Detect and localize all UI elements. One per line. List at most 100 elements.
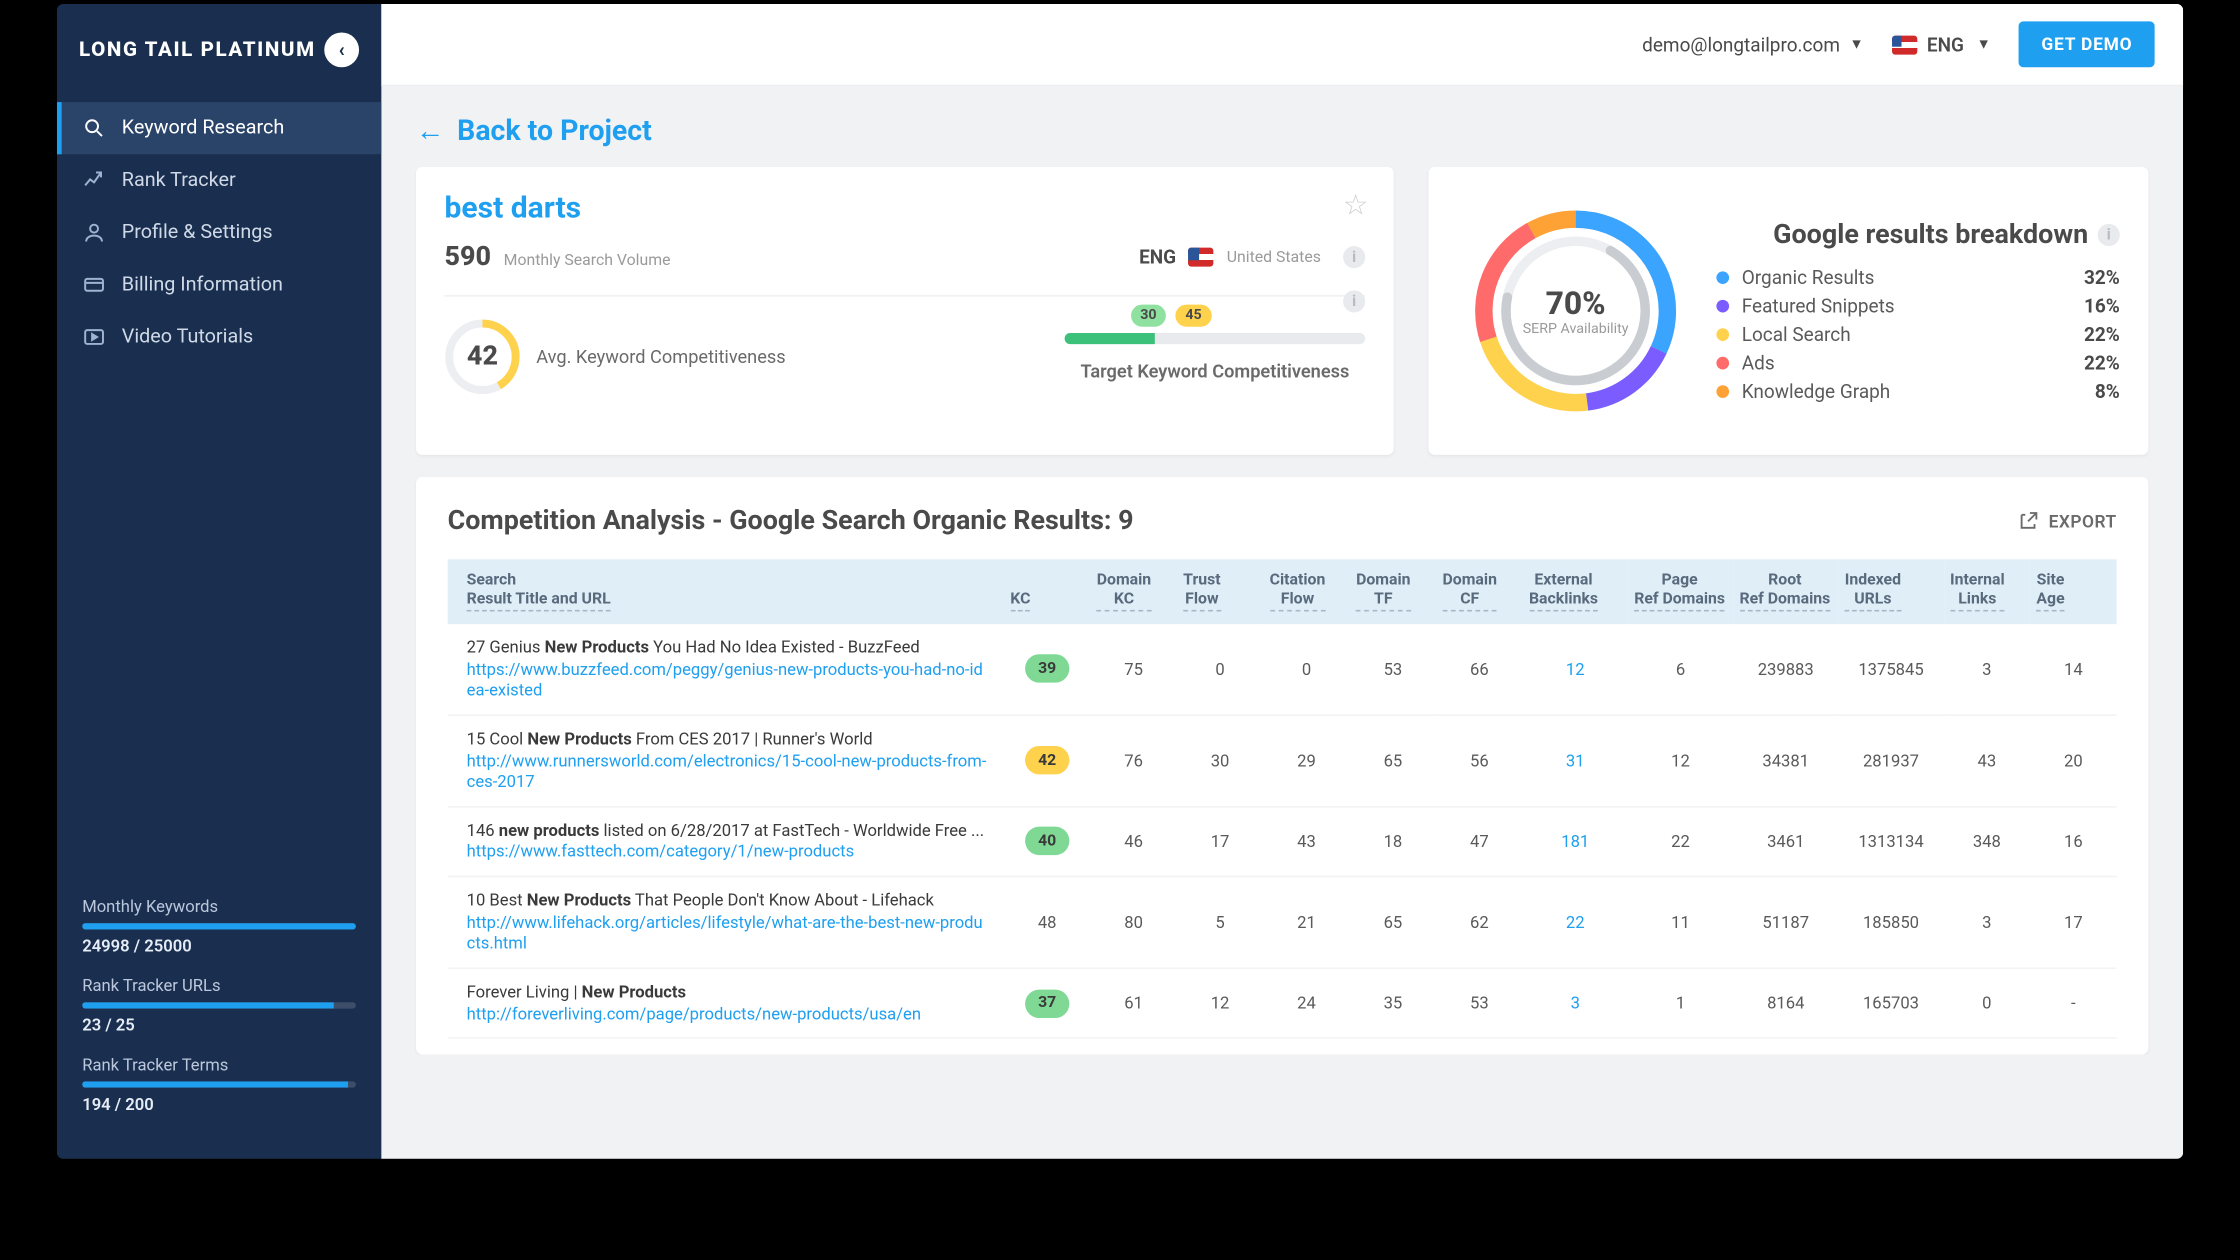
- sidebar-item-label: Rank Tracker: [122, 169, 236, 193]
- sidebar: LONG TAIL PLATINUM ‹ Keyword Research Ran…: [57, 4, 381, 1159]
- result-cell: 10 Best New Products That People Don't K…: [448, 877, 1004, 969]
- competition-table: Search Result Title and URLKCDomain KCTr…: [448, 559, 2117, 1039]
- sidebar-item-rank-tracker[interactable]: Rank Tracker: [57, 154, 381, 206]
- main-area: demo@longtailpro.com ▼ ENG ▼ GET DEMO ← …: [381, 4, 2183, 1159]
- result-url[interactable]: http://www.runnersworld.com/electronics/…: [467, 750, 992, 793]
- content-body: ← Back to Project best darts ☆ 590 Month…: [381, 86, 2183, 1055]
- breakdown-pct: 22%: [2084, 324, 2120, 346]
- topbar: demo@longtailpro.com ▼ ENG ▼ GET DEMO: [381, 4, 2183, 86]
- breakdown-label: Featured Snippets: [1742, 295, 1895, 317]
- tkc-low-pill: 30: [1131, 304, 1166, 326]
- chevron-down-icon: ▼: [1977, 36, 1991, 53]
- legend-dot-icon: [1716, 271, 1729, 284]
- table-row: 146 new products listed on 6/28/2017 at …: [448, 807, 2117, 877]
- result-cell: 15 Cool New Products From CES 2017 | Run…: [448, 715, 1004, 807]
- backlinks-link[interactable]: 181: [1561, 831, 1589, 852]
- column-header[interactable]: KC: [1004, 559, 1090, 624]
- breakdown-item: Organic Results32%: [1716, 267, 2119, 289]
- result-url[interactable]: http://www.lifehack.org/articles/lifesty…: [467, 912, 992, 955]
- flag-icon: [1189, 248, 1214, 267]
- result-title: Forever Living | New Products: [467, 982, 992, 1004]
- kc-cell: 37: [1004, 968, 1090, 1038]
- result-url[interactable]: http://foreverliving.com/page/products/n…: [467, 1003, 992, 1025]
- get-demo-button[interactable]: GET DEMO: [2019, 21, 2154, 67]
- sidebar-item-profile-settings[interactable]: Profile & Settings: [57, 206, 381, 258]
- info-icon[interactable]: i: [2098, 224, 2120, 246]
- backlinks-link[interactable]: 3: [1571, 993, 1580, 1014]
- app-frame: LONG TAIL PLATINUM ‹ Keyword Research Ran…: [57, 4, 2183, 1159]
- chevron-left-icon: ‹: [339, 39, 345, 61]
- column-header[interactable]: Site Age: [2030, 559, 2117, 624]
- breakdown-item: Featured Snippets16%: [1716, 295, 2119, 317]
- quota-label: Rank Tracker URLs: [82, 975, 356, 996]
- quota-label: Monthly Keywords: [82, 896, 356, 917]
- column-header[interactable]: Search Result Title and URL: [448, 559, 1004, 624]
- back-to-project-link[interactable]: ← Back to Project: [416, 115, 2148, 148]
- locale-country: United States: [1227, 248, 1321, 265]
- column-header[interactable]: Domain TF: [1350, 559, 1436, 624]
- backlinks-link[interactable]: 31: [1566, 751, 1585, 772]
- column-header[interactable]: Internal Links: [1944, 559, 2030, 624]
- card-icon: [82, 273, 106, 297]
- keyword-title: best darts: [444, 189, 1365, 225]
- backlinks-link[interactable]: 12: [1566, 659, 1585, 680]
- result-url[interactable]: https://www.fasttech.com/category/1/new-…: [467, 842, 992, 864]
- language-label: ENG: [1927, 33, 1964, 55]
- result-title: 15 Cool New Products From CES 2017 | Run…: [467, 728, 992, 750]
- export-button[interactable]: EXPORT: [2017, 510, 2117, 532]
- table-row: Forever Living | New Productshttp://fore…: [448, 968, 2117, 1038]
- quota-rank-tracker-urls: Rank Tracker URLs23 / 25: [82, 975, 356, 1035]
- sidebar-item-label: Keyword Research: [122, 116, 284, 140]
- column-header[interactable]: Domain KC: [1090, 559, 1176, 624]
- brand-title: LONG TAIL PLATINUM: [79, 38, 316, 62]
- breakdown-label: Ads: [1742, 352, 1775, 374]
- legend-dot-icon: [1716, 357, 1729, 370]
- serp-label: SERP Availability: [1523, 321, 1629, 338]
- column-header[interactable]: External Backlinks: [1523, 559, 1628, 624]
- kc-cell: 39: [1004, 624, 1090, 715]
- user-email: demo@longtailpro.com: [1642, 33, 1840, 55]
- column-header[interactable]: Root Ref Domains: [1733, 559, 1838, 624]
- sidebar-item-video-tutorials[interactable]: Video Tutorials: [57, 311, 381, 363]
- result-cell: 27 Genius New Products You Had No Idea E…: [448, 624, 1004, 715]
- info-icon[interactable]: i: [1343, 290, 1365, 312]
- flag-icon: [1892, 35, 1917, 54]
- column-header[interactable]: Domain CF: [1436, 559, 1522, 624]
- column-header[interactable]: Indexed URLs: [1838, 559, 1943, 624]
- result-title: 27 Genius New Products You Had No Idea E…: [467, 637, 992, 659]
- quota-monthly-keywords: Monthly Keywords24998 / 25000: [82, 896, 356, 956]
- breakdown-card: 70% SERP Availability Google results bre…: [1428, 167, 2148, 455]
- competition-title: Competition Analysis - Google Search Org…: [448, 505, 1134, 537]
- result-cell: Forever Living | New Productshttp://fore…: [448, 968, 1004, 1038]
- breakdown-pct: 8%: [2095, 381, 2120, 403]
- sidebar-item-label: Profile & Settings: [122, 221, 273, 245]
- sidebar-item-label: Billing Information: [122, 273, 283, 297]
- column-header[interactable]: Citation Flow: [1263, 559, 1349, 624]
- quota-bar: [82, 1081, 356, 1087]
- language-selector[interactable]: ENG ▼: [1892, 33, 1991, 55]
- serp-donut: 70% SERP Availability: [1457, 192, 1694, 429]
- sidebar-nav: Keyword Research Rank Tracker Profile & Se…: [57, 102, 381, 363]
- sidebar-item-billing-information[interactable]: Billing Information: [57, 259, 381, 311]
- collapse-sidebar-button[interactable]: ‹: [324, 32, 359, 67]
- tkc-range[interactable]: 30 45: [1065, 332, 1366, 343]
- table-row: 27 Genius New Products You Had No Idea E…: [448, 624, 2117, 715]
- sidebar-item-keyword-research[interactable]: Keyword Research: [57, 102, 381, 154]
- breakdown-pct: 22%: [2084, 352, 2120, 374]
- info-icon[interactable]: i: [1343, 246, 1365, 268]
- quota-bar: [82, 923, 356, 929]
- column-header[interactable]: Trust Flow: [1177, 559, 1263, 624]
- breakdown-pct: 32%: [2084, 267, 2120, 289]
- msv-label: Monthly Search Volume: [504, 252, 671, 269]
- kc-cell: 42: [1004, 715, 1090, 807]
- user-menu[interactable]: demo@longtailpro.com ▼: [1642, 33, 1863, 55]
- breakdown-label: Local Search: [1742, 324, 1851, 346]
- favorite-star-icon[interactable]: ☆: [1343, 189, 1369, 222]
- sidebar-item-label: Video Tutorials: [122, 325, 253, 349]
- breakdown-list: Organic Results32% Featured Snippets16% Lo…: [1716, 267, 2119, 403]
- column-header[interactable]: Page Ref Domains: [1628, 559, 1733, 624]
- export-icon: [2017, 510, 2039, 532]
- result-url[interactable]: https://www.buzzfeed.com/peggy/genius-ne…: [467, 658, 992, 701]
- keyword-locale: ENG United States i: [1139, 246, 1365, 268]
- backlinks-link[interactable]: 22: [1566, 912, 1585, 933]
